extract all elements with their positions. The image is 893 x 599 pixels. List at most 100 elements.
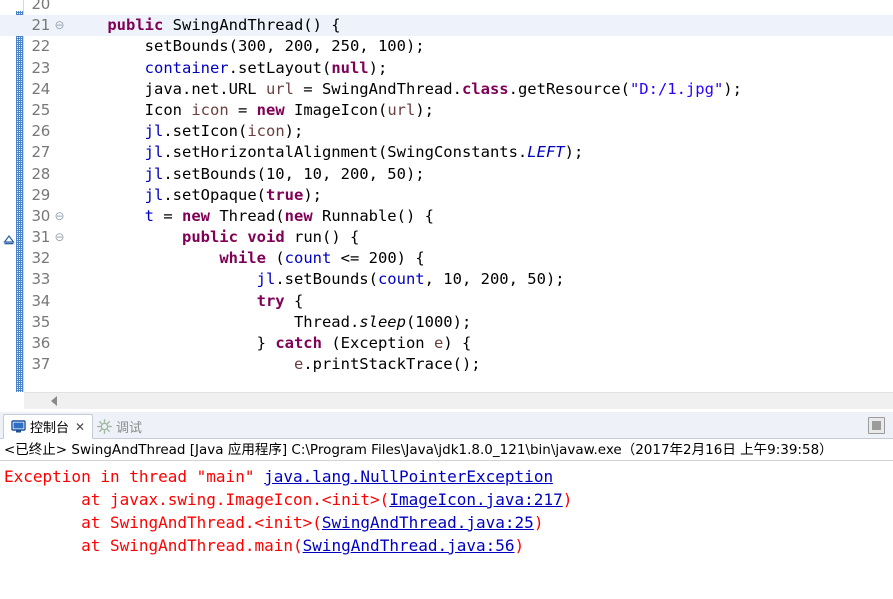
fold-toggle-icon[interactable]: ⊖ bbox=[53, 15, 66, 36]
code-token: } bbox=[70, 334, 276, 352]
code-line[interactable]: 21 ⊖ public SwingAndThread() { bbox=[0, 15, 893, 37]
code-line-list: 20 21 ⊖ public SwingAndThread() {22 setBou… bbox=[0, 0, 893, 375]
code-text: } catch (Exception e) { bbox=[70, 333, 472, 354]
code-line[interactable]: 30 ⊖ t = new Thread(new Runnable() { bbox=[0, 206, 893, 227]
code-token: .setBounds( bbox=[275, 270, 378, 289]
code-line[interactable]: 24 java.net.URL url = SwingAndThread.cla… bbox=[0, 79, 893, 100]
code-token: count bbox=[377, 270, 425, 289]
line-number: 26 bbox=[31, 122, 51, 141]
code-line[interactable]: 34 try { bbox=[0, 291, 893, 312]
editor-horizontal-scrollbar[interactable] bbox=[24, 392, 893, 409]
code-editor[interactable]: 20 21 ⊖ public SwingAndThread() {22 setBou… bbox=[0, 0, 893, 412]
code-line[interactable]: 31 ⊖ public void run() { bbox=[0, 227, 893, 248]
code-token: sleep bbox=[359, 312, 406, 331]
line-number: 20 bbox=[31, 0, 51, 13]
console-tab-bar: 控制台 ✕ 调试 bbox=[0, 412, 893, 439]
code-token: while bbox=[219, 249, 266, 268]
code-token: void bbox=[247, 228, 285, 247]
editor-text-area[interactable]: 20 21 ⊖ public SwingAndThread() {22 setBou… bbox=[0, 0, 893, 392]
code-line[interactable]: 26 jl.setIcon(icon); bbox=[0, 121, 893, 142]
tab-console-label: 控制台 bbox=[30, 421, 70, 436]
code-token: SwingAndThread() { bbox=[163, 16, 341, 35]
code-token: .printStackTrace(); bbox=[303, 355, 481, 374]
code-line[interactable]: 36 } catch (Exception e) { bbox=[0, 333, 893, 354]
code-line[interactable]: 37 e.printStackTrace(); bbox=[0, 354, 893, 375]
stack-trace-link[interactable]: SwingAndThread.java:56 bbox=[303, 536, 515, 555]
code-token: Runnable() { bbox=[312, 206, 434, 225]
code-line[interactable]: 23 container.setLayout(null); bbox=[0, 58, 893, 79]
code-token: ImageIcon( bbox=[284, 100, 388, 119]
line-number: 33 bbox=[31, 270, 51, 289]
code-line[interactable]: 22 setBounds(300, 200, 250, 100); bbox=[0, 36, 893, 57]
stack-trace-link[interactable]: ImageIcon.java:217 bbox=[389, 490, 562, 509]
code-token: (1000); bbox=[405, 312, 472, 331]
code-text: setBounds(300, 200, 250, 100); bbox=[70, 36, 425, 57]
console-text: at javax.swing.ImageIcon.<init>( bbox=[4, 490, 390, 509]
code-token: , 10, 200, 50); bbox=[424, 270, 565, 289]
code-token: class bbox=[461, 79, 509, 98]
code-text: jl.setOpaque(true); bbox=[70, 185, 322, 206]
code-token: public bbox=[181, 228, 238, 247]
scroll-left-arrow-icon[interactable] bbox=[51, 396, 57, 406]
close-icon[interactable]: ✕ bbox=[75, 420, 85, 434]
code-token: icon bbox=[247, 122, 285, 141]
line-number: 30 bbox=[31, 206, 51, 225]
code-line[interactable]: 35 Thread.sleep(1000); bbox=[0, 312, 893, 333]
line-number: 23 bbox=[31, 58, 51, 77]
code-line[interactable]: 27 jl.setHorizontalAlignment(SwingConsta… bbox=[0, 142, 893, 163]
code-token: java.net.URL bbox=[70, 79, 266, 98]
console-output[interactable]: Exception in thread "main" java.lang.Nul… bbox=[0, 462, 893, 599]
code-token: .getResource( bbox=[508, 79, 630, 98]
console-text: ) bbox=[562, 490, 573, 509]
code-token: jl bbox=[144, 164, 164, 183]
code-token: new bbox=[256, 100, 285, 119]
console-launch-status: <已终止> SwingAndThread [Java 应用程序] C:\Prog… bbox=[0, 440, 893, 461]
code-token: "D:/1.jpg" bbox=[629, 79, 724, 98]
code-token: LEFT bbox=[527, 143, 565, 162]
tab-debug[interactable]: 调试 bbox=[90, 414, 155, 439]
console-text: at SwingAndThread.<init>( bbox=[4, 513, 322, 532]
line-number: 34 bbox=[31, 291, 51, 310]
code-line[interactable]: 20 bbox=[0, 0, 893, 15]
console-text: Exception in thread "main" bbox=[4, 467, 265, 486]
stack-trace-link[interactable]: SwingAndThread.java:25 bbox=[322, 513, 534, 532]
code-token: ); bbox=[564, 143, 584, 162]
code-token: jl bbox=[144, 143, 164, 162]
code-token: container bbox=[144, 58, 229, 77]
code-token: icon bbox=[191, 100, 229, 119]
line-number: 32 bbox=[31, 249, 51, 268]
stack-trace-link[interactable]: java.lang.NullPointerException bbox=[264, 467, 553, 486]
code-token: e bbox=[293, 355, 304, 374]
code-token: ); bbox=[284, 122, 304, 141]
code-token: ); bbox=[303, 185, 322, 204]
code-text: jl.setHorizontalAlignment(SwingConstants… bbox=[70, 142, 584, 163]
code-token: jl bbox=[256, 270, 276, 289]
code-token: = bbox=[228, 100, 257, 119]
code-token: try bbox=[256, 291, 285, 310]
view-menu-button[interactable] bbox=[868, 417, 885, 434]
code-token: .setHorizontalAlignment(SwingConstants. bbox=[163, 143, 528, 162]
console-monitor-icon bbox=[11, 419, 26, 434]
code-text: while (count <= 200) { bbox=[70, 248, 425, 269]
line-number: 28 bbox=[31, 164, 51, 183]
tab-console[interactable]: 控制台 ✕ bbox=[3, 414, 94, 439]
code-text: t = new Thread(new Runnable() { bbox=[70, 206, 434, 227]
fold-toggle-icon[interactable]: ⊖ bbox=[53, 227, 66, 248]
code-line[interactable]: 32 while (count <= 200) { bbox=[0, 248, 893, 269]
code-text: container.setLayout(null); bbox=[70, 58, 388, 79]
fold-toggle-icon[interactable]: ⊖ bbox=[53, 206, 66, 227]
code-line[interactable]: 28 jl.setBounds(10, 10, 200, 50); bbox=[0, 164, 893, 185]
code-token: e bbox=[433, 334, 444, 352]
code-line[interactable]: 29 jl.setOpaque(true); bbox=[0, 185, 893, 206]
code-token: catch bbox=[275, 334, 322, 352]
code-line[interactable]: 25 Icon icon = new ImageIcon(url); bbox=[0, 100, 893, 121]
code-text: java.net.URL url = SwingAndThread.class.… bbox=[70, 79, 742, 100]
code-line[interactable]: 33 jl.setBounds(count, 10, 200, 50); bbox=[0, 269, 893, 290]
console-output-line: at SwingAndThread.<init>(SwingAndThread.… bbox=[0, 511, 893, 534]
code-token: <= 200) { bbox=[331, 249, 425, 268]
